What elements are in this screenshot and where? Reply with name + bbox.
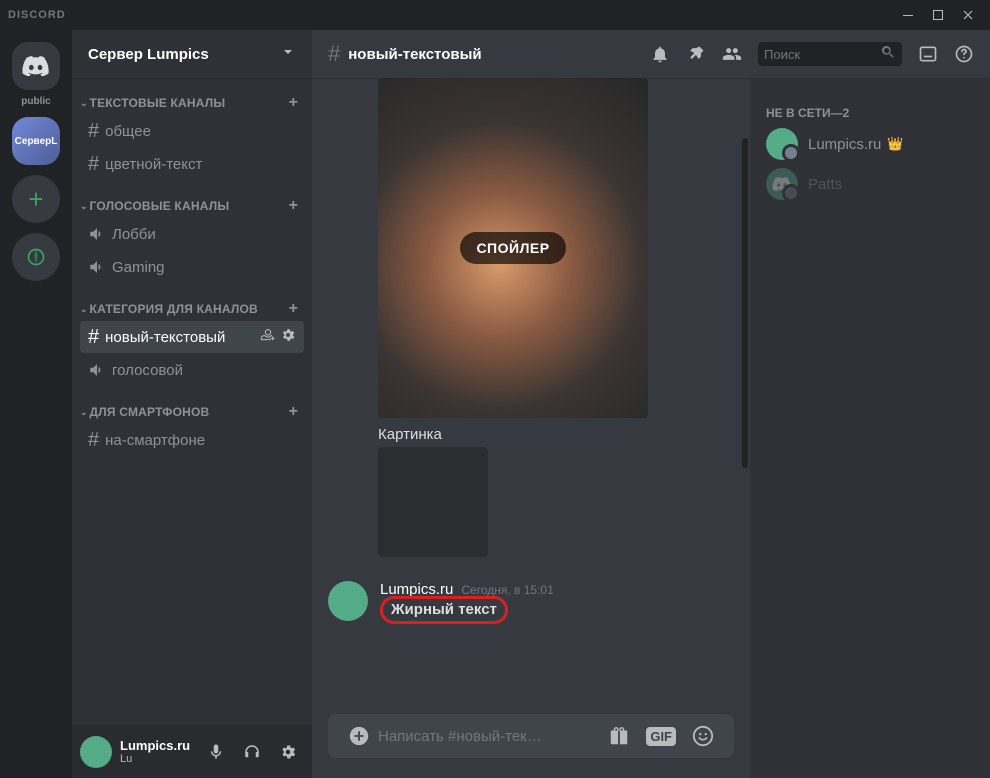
settings-button[interactable] [272,736,304,768]
members-sidebar: НЕ В СЕТИ—2 Lumpics.ru👑Patts [750,78,990,778]
notifications-button[interactable] [650,44,670,64]
add-channel-button[interactable]: + [285,300,302,318]
category-header[interactable]: ⌄КАТЕГОРИЯ ДЛЯ КАНАЛОВ+ [80,284,304,320]
category-header[interactable]: ⌄ГОЛОСОВЫЕ КАНАЛЫ+ [80,181,304,217]
messages-area: СПОЙЛЕР Картинка Lumpics.ru Сегодня, в 1… [312,78,750,778]
server-name: Сервер Lumpics [88,46,280,63]
member-row[interactable]: Lumpics.ru👑 [758,124,982,164]
channel-list: ⌄ТЕКСТОВЫЕ КАНАЛЫ+#общее#цветной-текст⌄Г… [72,78,312,725]
attach-button[interactable] [340,725,378,747]
member-row[interactable]: Patts [758,164,982,204]
guilds-sidebar: public СерверL + [0,30,72,778]
guild-server-lumpics[interactable]: СерверL [12,117,60,165]
user-avatar[interactable] [80,736,112,768]
user-name: Lumpics.ru [120,738,200,753]
message-avatar[interactable] [328,581,368,621]
member-avatar [766,168,798,200]
message-input[interactable] [378,728,600,745]
inbox-button[interactable] [918,44,938,64]
invite-icon[interactable] [260,327,276,348]
category-header[interactable]: ⌄ДЛЯ СМАРТФОНОВ+ [80,387,304,423]
hash-icon: # [88,429,99,452]
channel-title: новый-текстовый [348,46,650,63]
chevron-down-icon: ⌄ [80,407,88,418]
highlight-annotation: Жирный текст [380,596,508,624]
search-input[interactable] [764,47,880,62]
emoji-button[interactable] [684,725,722,747]
add-server-button[interactable]: + [12,175,60,223]
message-timestamp: Сегодня, в 15:01 [461,583,553,597]
home-button[interactable] [12,42,60,90]
image-thumbnail[interactable] [378,447,488,557]
main-content: # новый-текстовый СПОЙЛЕР [312,30,990,778]
speaker-icon [88,258,106,276]
message-composer: GIF [328,714,734,778]
pinned-button[interactable] [686,44,706,64]
speaker-icon [88,361,106,379]
category-header[interactable]: ⌄ТЕКСТОВЫЕ КАНАЛЫ+ [80,78,304,114]
user-tag: Lu [120,753,200,765]
hash-icon: # [328,41,340,67]
members-toggle-button[interactable] [722,44,742,64]
hash-icon: # [88,120,99,143]
hash-icon: # [88,326,99,349]
channels-sidebar: Сервер Lumpics ⌄ТЕКСТОВЫЕ КАНАЛЫ+#общее#… [72,30,312,778]
channel-Gaming[interactable]: Gaming [80,251,304,283]
chevron-down-icon [280,44,296,65]
hash-icon: # [88,153,99,176]
chevron-down-icon: ⌄ [80,98,88,109]
chat-header: # новый-текстовый [312,30,990,78]
add-channel-button[interactable]: + [285,197,302,215]
channel-на-смартфоне[interactable]: #на-смартфоне [80,424,304,456]
gear-icon[interactable] [280,327,296,348]
channel-общее[interactable]: #общее [80,115,304,147]
window-maximize-button[interactable] [924,4,952,26]
spoiler-attachment[interactable]: СПОЙЛЕР [378,78,648,418]
add-channel-button[interactable]: + [285,403,302,421]
gift-button[interactable] [600,725,638,747]
window-close-button[interactable] [954,4,982,26]
titlebar: DISCORD [0,0,990,30]
members-category-offline: НЕ В СЕТИ—2 [758,94,982,124]
message-text: Жирный текст [391,601,497,618]
app-logo: DISCORD [8,9,66,21]
spoiler-label: СПОЙЛЕР [460,232,565,264]
message-caption: Картинка [378,426,734,443]
explore-servers-button[interactable] [12,233,60,281]
search-box[interactable] [758,42,902,66]
channel-голосовой[interactable]: голосовой [80,354,304,386]
gif-button[interactable]: GIF [638,727,684,746]
speaker-icon [88,225,106,243]
channel-новый-текстовый[interactable]: #новый-текстовый [80,321,304,353]
search-icon [880,44,896,65]
window-minimize-button[interactable] [894,4,922,26]
add-channel-button[interactable]: + [285,94,302,112]
help-button[interactable] [954,44,974,64]
guild-folder-label: public [21,96,50,107]
channel-Лобби[interactable]: Лобби [80,218,304,250]
chevron-down-icon: ⌄ [80,201,88,212]
deafen-button[interactable] [236,736,268,768]
mute-button[interactable] [200,736,232,768]
chevron-down-icon: ⌄ [80,304,88,315]
channel-цветной-текст[interactable]: #цветной-текст [80,148,304,180]
message-row: Lumpics.ru Сегодня, в 15:01 Жирный текст [328,577,734,632]
scrollbar-thumb[interactable] [742,138,748,468]
user-panel: Lumpics.ru Lu [72,725,312,778]
server-header[interactable]: Сервер Lumpics [72,30,312,78]
member-avatar [766,128,798,160]
crown-icon: 👑 [887,136,903,152]
